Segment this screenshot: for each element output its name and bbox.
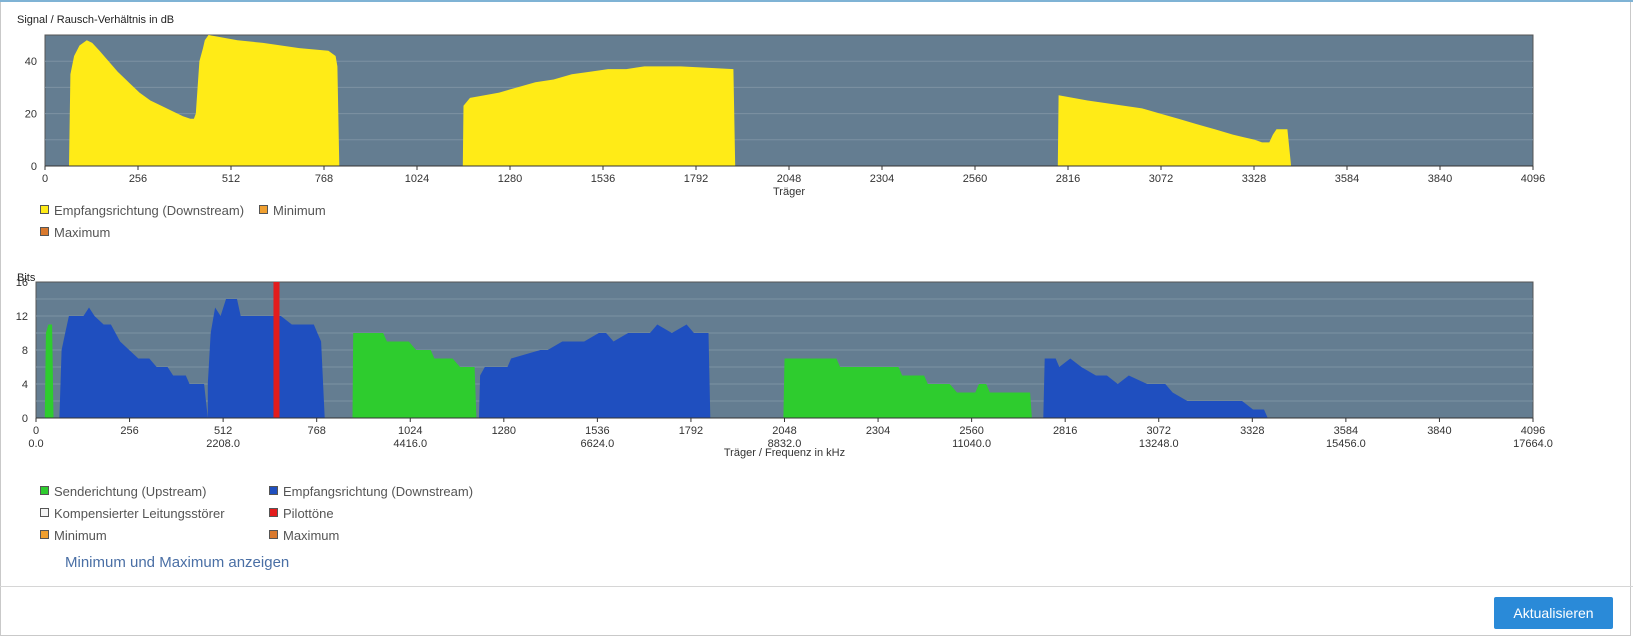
legend-swatch-bits-minimum bbox=[40, 530, 49, 539]
x-axis-title: Träger / Frequenz in kHz bbox=[724, 447, 845, 459]
x-tick-label: 1024 bbox=[398, 425, 422, 437]
legend-swatch-bits-downstream bbox=[269, 486, 278, 495]
freq-tick-label: 2208.0 bbox=[206, 438, 240, 450]
legend-item-bits-minimum[interactable]: Minimum bbox=[40, 528, 107, 543]
y-tick-label: 12 bbox=[16, 311, 28, 323]
freq-tick-label: 15456.0 bbox=[1326, 438, 1366, 450]
pilot-tone-bar-0 bbox=[273, 282, 280, 418]
legend-item-upstream[interactable]: Senderichtung (Upstream) bbox=[40, 484, 206, 499]
legend-label-compensated: Kompensierter Leitungsstörer bbox=[54, 506, 225, 521]
y-tick-label: 16 bbox=[16, 277, 28, 289]
toggle-minmax-link[interactable]: Minimum und Maximum anzeigen bbox=[65, 554, 289, 571]
legend-item-bits-maximum[interactable]: Maximum bbox=[269, 528, 339, 543]
y-tick-label: 4 bbox=[22, 379, 28, 391]
x-tick-label: 0 bbox=[33, 425, 39, 437]
x-tick-label: 3840 bbox=[1427, 425, 1451, 437]
x-tick-label: 3584 bbox=[1334, 425, 1358, 437]
y-tick-label: 0 bbox=[22, 413, 28, 425]
freq-tick-label: 4416.0 bbox=[393, 438, 427, 450]
x-tick-label: 4096 bbox=[1521, 425, 1545, 437]
legend-swatch-compensated bbox=[40, 508, 49, 517]
legend-swatch-bits-maximum bbox=[269, 530, 278, 539]
legend-swatch-upstream bbox=[40, 486, 49, 495]
legend-label-bits-downstream: Empfangsrichtung (Downstream) bbox=[283, 484, 474, 499]
x-tick-label: 2560 bbox=[959, 425, 983, 437]
x-tick-label: 2048 bbox=[772, 425, 796, 437]
freq-tick-label: 11040.0 bbox=[952, 438, 991, 450]
freq-tick-label: 0.0 bbox=[28, 438, 43, 450]
y-tick-label: 8 bbox=[22, 345, 28, 357]
footer-separator bbox=[0, 586, 1633, 587]
freq-tick-label: 17664.0 bbox=[1513, 438, 1553, 450]
freq-tick-label: 13248.0 bbox=[1139, 438, 1179, 450]
x-tick-label: 1536 bbox=[585, 425, 609, 437]
legend-label-pilot: Pilottöne bbox=[283, 506, 334, 521]
legend-item-bits-downstream[interactable]: Empfangsrichtung (Downstream) bbox=[269, 484, 473, 499]
legend-label-bits-minimum: Minimum bbox=[54, 528, 107, 543]
freq-tick-label: 6624.0 bbox=[581, 438, 615, 450]
x-tick-label: 1792 bbox=[679, 425, 703, 437]
x-tick-label: 1280 bbox=[492, 425, 516, 437]
x-tick-label: 2816 bbox=[1053, 425, 1077, 437]
legend-item-pilot[interactable]: Pilottöne bbox=[269, 506, 334, 521]
refresh-button[interactable]: Aktualisieren bbox=[1494, 597, 1613, 629]
x-tick-label: 256 bbox=[120, 425, 138, 437]
legend-label-bits-maximum: Maximum bbox=[283, 528, 340, 543]
bits-chart: 0 4 8 12 16 0 256 512 768 1024 1280 1536 1792 2048 230… bbox=[16, 277, 1553, 459]
legend-swatch-pilot bbox=[269, 508, 278, 517]
x-tick-label: 512 bbox=[214, 425, 232, 437]
legend-item-compensated[interactable]: Kompensierter Leitungsstörer bbox=[40, 506, 225, 521]
legend-label-upstream: Senderichtung (Upstream) bbox=[54, 484, 207, 499]
x-tick-label: 2304 bbox=[866, 425, 890, 437]
x-tick-label: 3328 bbox=[1240, 425, 1264, 437]
x-tick-label: 3072 bbox=[1147, 425, 1171, 437]
series-area-0-0 bbox=[44, 324, 54, 418]
x-tick-label: 768 bbox=[308, 425, 326, 437]
